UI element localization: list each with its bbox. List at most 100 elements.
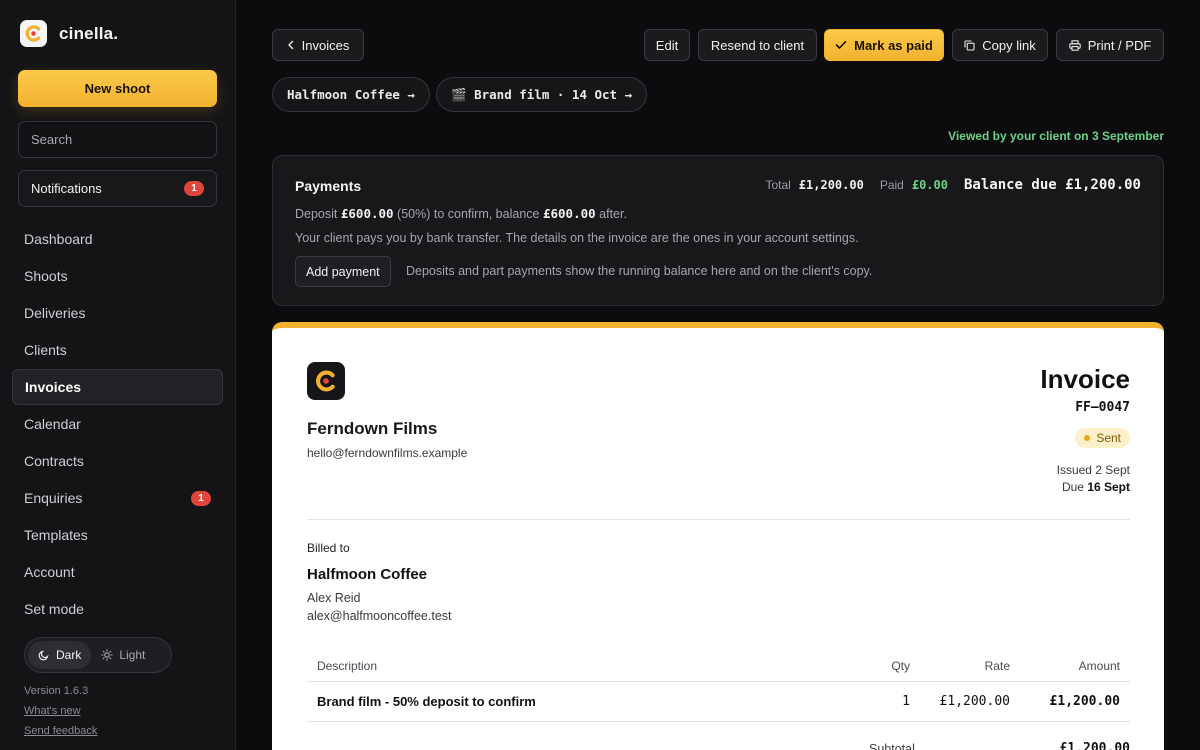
- edit-button[interactable]: Edit: [644, 29, 690, 61]
- due-label: Due: [1061, 480, 1084, 494]
- column-qty: Qty: [891, 658, 910, 673]
- line-items-header: Description Qty Rate Amount: [307, 650, 1130, 682]
- sidebar-item-label: Clients: [24, 342, 67, 358]
- deposit-mid: (50%) to confirm, balance: [397, 207, 540, 221]
- brand[interactable]: cinella.: [20, 20, 118, 47]
- line-amount: £1,200.00: [1049, 694, 1120, 709]
- sidebar-item-label: Enquiries: [24, 490, 83, 506]
- back-to-invoices-button[interactable]: Invoices: [272, 29, 364, 61]
- payments-panel: Payments Total £1,200.00 Paid £0.00 Bala…: [272, 155, 1164, 306]
- send-feedback-link[interactable]: Send feedback: [24, 725, 97, 737]
- sidebar-item-label: Shoots: [24, 268, 68, 284]
- sidebar-item-invoices[interactable]: Invoices: [12, 369, 223, 405]
- sidebar-item-dashboard[interactable]: Dashboard: [12, 221, 223, 257]
- mode-light-option[interactable]: Light: [91, 641, 155, 669]
- line-description: Brand film - 50% deposit to confirm: [317, 694, 536, 709]
- sun-icon: [101, 649, 114, 661]
- sidebar-item-calendar[interactable]: Calendar: [12, 406, 223, 442]
- billed-to-label: Billed to: [307, 541, 350, 555]
- total-value: £1,200.00: [798, 178, 864, 192]
- column-amount: Amount: [1078, 658, 1120, 673]
- divider: [307, 519, 1130, 520]
- status-label: Sent: [1096, 431, 1121, 445]
- sidebar-item-label: Invoices: [25, 379, 82, 395]
- back-label: Invoices: [301, 37, 350, 53]
- viewed-status: Viewed by your client on 3 September: [948, 129, 1164, 143]
- line-rate: £1,200.00: [939, 694, 1010, 709]
- line-qty: 1: [902, 694, 910, 709]
- notifications-count-badge: 1: [184, 181, 204, 196]
- sidebar-nav: Dashboard Shoots Deliveries Clients Invo…: [12, 221, 223, 628]
- copy-link-label: Copy link: [982, 37, 1036, 53]
- sidebar-item-clients[interactable]: Clients: [12, 332, 223, 368]
- total-label: Total: [765, 178, 791, 192]
- copy-link-button[interactable]: Copy link: [952, 29, 1048, 61]
- main-content: Invoices Edit Resend to client Mark as p…: [236, 0, 1200, 750]
- sidebar-item-shoots[interactable]: Shoots: [12, 258, 223, 294]
- sidebar: cinella. New shoot Search Notifications …: [0, 0, 236, 750]
- sidebar-item-label: Contracts: [24, 453, 84, 469]
- sidebar-item-label: Set mode: [24, 601, 84, 617]
- studio-email: hello@ferndownfilms.example: [307, 446, 468, 460]
- sidebar-item-label: Account: [24, 564, 75, 580]
- due-date-line: Due 16 Sept: [1057, 479, 1130, 496]
- whats-new-link[interactable]: What's new: [24, 705, 81, 717]
- mode-toggle: Dark Light: [24, 637, 172, 673]
- balance-due: Balance due £1,200.00: [963, 177, 1141, 193]
- invoice-dates: Issued 2 Sept Due 16 Sept: [1057, 462, 1130, 496]
- sidebar-item-deliveries[interactable]: Deliveries: [12, 295, 223, 331]
- invoice-title: Invoice: [1040, 364, 1130, 394]
- chevron-left-icon: [287, 40, 293, 50]
- mode-dark-option[interactable]: Dark: [28, 641, 92, 669]
- add-payment-note: Deposits and part payments show the runn…: [406, 264, 873, 278]
- print-pdf-label: Print / PDF: [1087, 37, 1152, 53]
- search-input[interactable]: Search: [18, 121, 217, 158]
- sidebar-item-account[interactable]: Account: [12, 554, 223, 590]
- mode-dark-label: Dark: [56, 648, 82, 662]
- enquiries-count-badge: 1: [191, 490, 211, 506]
- deposit-line: Deposit £600.00 (50%) to confirm, balanc…: [295, 206, 627, 221]
- version-label: Version 1.6.3: [24, 685, 89, 697]
- client-name: Halfmoon Coffee: [307, 566, 427, 583]
- client-email: alex@halfmooncoffee.test: [307, 609, 452, 623]
- column-rate: Rate: [984, 658, 1010, 673]
- client-chip[interactable]: Halfmoon Coffee →: [272, 77, 430, 112]
- mode-light-label: Light: [119, 648, 146, 662]
- shoot-chip[interactable]: 🎬 Brand film · 14 Oct →: [436, 77, 648, 112]
- sidebar-item-enquiries[interactable]: Enquiries 1: [12, 480, 223, 516]
- sidebar-item-label: Templates: [24, 527, 88, 543]
- sidebar-item-contracts[interactable]: Contracts: [12, 443, 223, 479]
- resend-to-client-button[interactable]: Resend to client: [698, 29, 817, 61]
- studio-name: Ferndown Films: [307, 419, 438, 438]
- check-icon: [835, 41, 847, 49]
- deposit-prefix: Deposit: [295, 207, 338, 221]
- notifications-button[interactable]: Notifications 1: [18, 170, 217, 207]
- copy-icon: [964, 39, 975, 51]
- payments-totals: Total £1,200.00 Paid £0.00 Balance due £…: [765, 177, 1141, 193]
- print-pdf-button[interactable]: Print / PDF: [1056, 29, 1164, 61]
- status-badge: Sent: [1075, 428, 1130, 448]
- table-row: Brand film - 50% deposit to confirm 1 £1…: [307, 682, 1130, 722]
- new-shoot-button[interactable]: New shoot: [18, 70, 217, 107]
- issued-date: Issued 2 Sept: [1056, 463, 1130, 477]
- payments-title: Payments: [295, 178, 362, 194]
- printer-icon: [1068, 39, 1081, 51]
- invoice-document: Ferndown Films hello@ferndownfilms.examp…: [272, 322, 1164, 750]
- sidebar-item-set-mode[interactable]: Set mode: [12, 591, 223, 627]
- brand-name: cinella.: [59, 23, 119, 43]
- subtotal-label: Subtotal: [869, 742, 915, 750]
- paid-label: Paid: [879, 178, 904, 192]
- deposit-suffix: after.: [599, 207, 627, 221]
- sidebar-item-label: Dashboard: [24, 231, 93, 247]
- sidebar-item-label: Deliveries: [24, 305, 86, 321]
- studio-logo-icon: [307, 362, 345, 400]
- moon-icon: [38, 650, 49, 661]
- status-dot-icon: [1084, 435, 1091, 441]
- mark-as-paid-label: Mark as paid: [854, 37, 933, 53]
- mark-as-paid-button[interactable]: Mark as paid: [824, 29, 944, 61]
- sidebar-item-templates[interactable]: Templates: [12, 517, 223, 553]
- subtotal-value: £1,200.00: [1059, 741, 1130, 750]
- add-payment-button[interactable]: Add payment: [295, 256, 391, 287]
- invoice-number: FF–0047: [1075, 400, 1130, 415]
- bank-transfer-note: Your client pays you by bank transfer. T…: [295, 231, 859, 245]
